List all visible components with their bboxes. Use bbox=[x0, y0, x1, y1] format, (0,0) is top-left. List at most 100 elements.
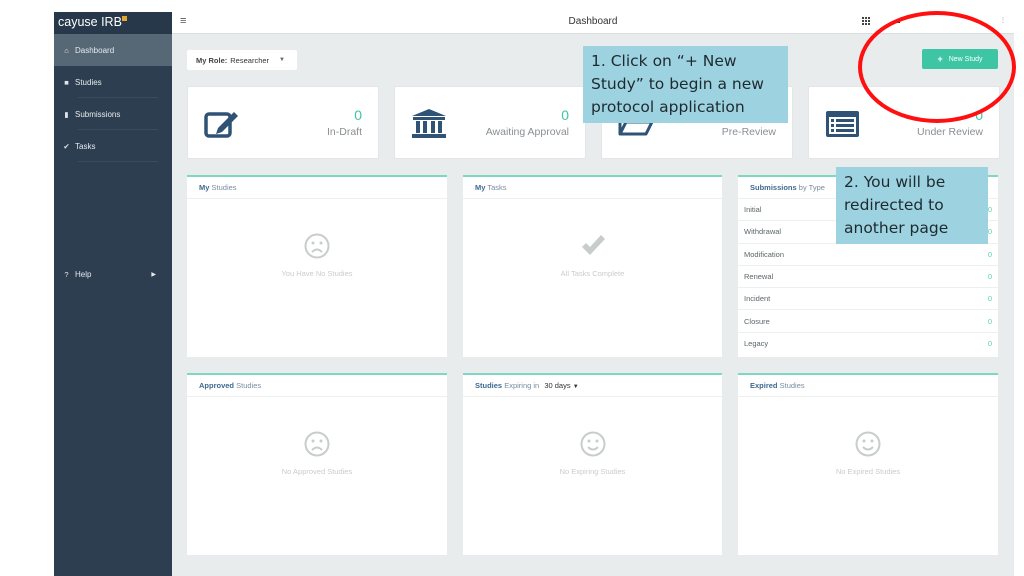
folder-icon: ■ bbox=[64, 77, 69, 87]
empty-state: No Expiring Studies bbox=[463, 431, 722, 476]
role-select[interactable]: My Role: Researcher ▼ bbox=[187, 50, 297, 70]
sidebar-item-help[interactable]: ? Help ▶ bbox=[54, 258, 172, 290]
empty-message: All Tasks Complete bbox=[560, 269, 625, 278]
list-item[interactable]: Incident 0 bbox=[738, 288, 998, 311]
expiring-range-dropdown[interactable]: 30 days ▼ bbox=[544, 381, 578, 390]
sidebar-item-label: Dashboard bbox=[75, 45, 115, 55]
divider bbox=[78, 161, 158, 162]
stat-label: Pre-Review bbox=[721, 126, 776, 138]
smile-face-icon bbox=[855, 431, 881, 457]
sad-face-icon bbox=[304, 233, 330, 259]
panel-title: Studies bbox=[211, 183, 237, 192]
brand-logo[interactable]: cayuse IRB bbox=[54, 12, 172, 34]
row-value: 0 bbox=[987, 249, 992, 259]
stat-label: Awaiting Approval bbox=[485, 126, 569, 138]
row-label: Incident bbox=[744, 294, 771, 304]
panel-title-bold: Submissions bbox=[750, 183, 797, 192]
sidebar-item-label: Help bbox=[75, 269, 92, 279]
panel-title-bold: Studies bbox=[475, 381, 503, 390]
panel-title-bold: My bbox=[475, 183, 486, 192]
sidebar-item-label: Submissions bbox=[75, 109, 121, 119]
sidebar-item-studies[interactable]: ■ Studies bbox=[54, 66, 172, 98]
row-label: Initial bbox=[744, 205, 762, 215]
checkmark-icon bbox=[581, 235, 605, 255]
row-value: 0 bbox=[987, 227, 992, 237]
list-item[interactable]: Closure 0 bbox=[738, 310, 998, 333]
panel-title: Expiring in bbox=[504, 381, 540, 390]
stat-card-awaiting-approval[interactable]: 0 Awaiting Approval bbox=[394, 86, 586, 159]
callout-step-1: 1. Click on “+ New Study” to begin a new… bbox=[583, 46, 788, 123]
sidebar-item-dashboard[interactable]: ⌂ Dashboard bbox=[54, 34, 172, 66]
empty-message: No Approved Studies bbox=[281, 467, 353, 476]
stat-label: In-Draft bbox=[326, 126, 362, 138]
expiring-studies-panel: Studies Expiring in 30 days ▼ No Expirin… bbox=[463, 373, 722, 555]
panel-header: Studies Expiring in 30 days ▼ bbox=[463, 375, 722, 397]
sidebar-item-submissions[interactable]: ▮ Submissions bbox=[54, 98, 172, 130]
file-icon: ▮ bbox=[64, 109, 69, 119]
row-label: Closure bbox=[744, 316, 770, 326]
list-card-icon bbox=[826, 111, 859, 137]
my-tasks-panel: My Tasks All Tasks Complete bbox=[463, 175, 722, 357]
panel-title-bold: Approved bbox=[199, 381, 235, 390]
check-icon: ✔ bbox=[63, 141, 70, 151]
list-item[interactable]: Legacy 0 bbox=[738, 333, 998, 355]
row-value: 0 bbox=[987, 294, 992, 304]
panel-title-bold: My bbox=[199, 183, 210, 192]
expired-studies-panel: Expired Studies No Expired Studies bbox=[738, 373, 998, 555]
list-item[interactable]: Modification 0 bbox=[738, 244, 998, 266]
empty-state: All Tasks Complete bbox=[463, 233, 722, 278]
home-icon: ⌂ bbox=[64, 45, 69, 55]
empty-message: You Have No Studies bbox=[281, 269, 353, 278]
brand-name: cayuse IRB bbox=[58, 15, 122, 29]
panel-header: Expired Studies bbox=[738, 375, 998, 397]
row-value: 0 bbox=[987, 316, 992, 326]
stat-value: 0 bbox=[561, 107, 569, 123]
panel-title-bold: Expired bbox=[750, 381, 778, 390]
highlight-circle bbox=[858, 11, 1016, 123]
apps-grid-icon[interactable] bbox=[862, 16, 871, 25]
empty-state: No Expired Studies bbox=[738, 431, 998, 476]
panel-title: by Type bbox=[798, 183, 825, 192]
my-studies-panel: My Studies You Have No Studies bbox=[187, 175, 447, 357]
role-label: My Role: bbox=[196, 55, 228, 65]
row-label: Renewal bbox=[744, 272, 774, 282]
caret-down-icon: ▼ bbox=[572, 384, 579, 390]
stat-value: 0 bbox=[354, 107, 362, 123]
approved-studies-panel: Approved Studies No Approved Studies bbox=[187, 373, 447, 555]
dropdown-value: 30 days bbox=[544, 381, 571, 390]
panel-header: My Tasks bbox=[463, 177, 722, 199]
role-value: Researcher bbox=[230, 55, 270, 65]
list-item[interactable]: Renewal 0 bbox=[738, 266, 998, 289]
panel-header: Approved Studies bbox=[187, 375, 447, 397]
sidebar-item-tasks[interactable]: ✔ Tasks bbox=[54, 130, 172, 162]
question-icon: ? bbox=[64, 269, 69, 279]
panel-header: My Studies bbox=[187, 177, 447, 199]
panel-title: Studies bbox=[779, 381, 805, 390]
user-menu-icon[interactable]: ⋮ bbox=[1000, 17, 1006, 24]
row-label: Withdrawal bbox=[744, 227, 782, 237]
edit-icon bbox=[204, 112, 238, 138]
callout-step-2: 2. You will be redirected to another pag… bbox=[836, 167, 988, 244]
row-value: 0 bbox=[987, 205, 992, 215]
empty-state: You Have No Studies bbox=[187, 233, 447, 278]
sidebar-item-label: Tasks bbox=[75, 141, 96, 151]
stat-label: Under Review bbox=[917, 126, 983, 138]
smile-face-icon bbox=[580, 431, 605, 457]
empty-message: No Expired Studies bbox=[835, 467, 901, 476]
row-label: Modification bbox=[744, 249, 785, 259]
sad-face-icon bbox=[304, 431, 330, 457]
sidebar-item-label: Studies bbox=[75, 77, 102, 87]
panel-title: Tasks bbox=[487, 183, 507, 192]
row-value: 0 bbox=[987, 339, 992, 349]
row-value: 0 bbox=[987, 272, 992, 282]
institution-icon bbox=[412, 109, 446, 138]
empty-message: No Expiring Studies bbox=[559, 467, 626, 476]
caret-down-icon: ▼ bbox=[279, 57, 285, 63]
chevron-right-icon: ▶ bbox=[151, 271, 156, 278]
stat-card-in-draft[interactable]: 0 In-Draft bbox=[187, 86, 379, 159]
empty-state: No Approved Studies bbox=[187, 431, 447, 476]
row-label: Legacy bbox=[744, 339, 769, 349]
brand-mark-icon bbox=[121, 16, 127, 21]
sidebar: cayuse IRB ⌂ Dashboard ■ Studies ▮ Submi… bbox=[54, 12, 172, 576]
panel-title: Studies bbox=[236, 381, 262, 390]
